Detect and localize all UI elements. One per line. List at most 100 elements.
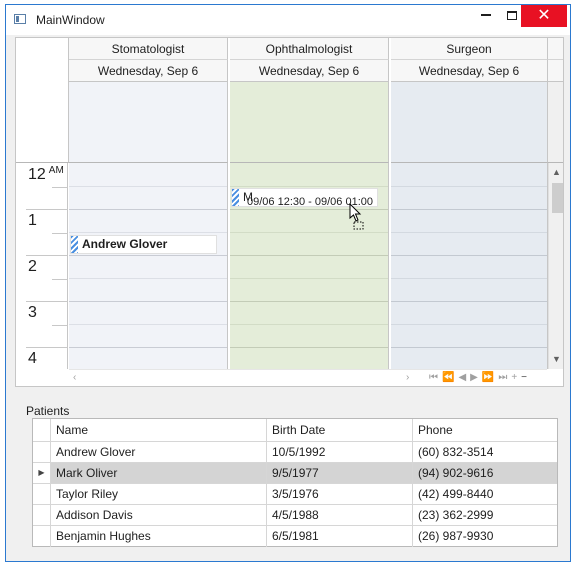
allday-cell-ophthalmologist[interactable] xyxy=(230,82,389,163)
nav-next-page-icon[interactable]: ⏩ xyxy=(482,372,498,383)
allday-cell-stomatologist[interactable] xyxy=(69,82,228,163)
ruler-tick xyxy=(52,187,68,188)
cell-birth-date[interactable]: 10/5/1992 xyxy=(267,442,413,462)
resource-header-surgeon[interactable]: Surgeon xyxy=(391,38,548,60)
table-row[interactable]: Andrew Glover 10/5/1992 (60) 832-3514 xyxy=(33,442,557,463)
scheduler[interactable]: Stomatologist Ophthalmologist Surgeon We… xyxy=(15,37,564,387)
table-row-selected[interactable]: ▶ Mark Oliver 9/5/1977 (94) 902-9616 xyxy=(33,463,557,484)
table-row[interactable]: Benjamin Hughes 6/5/1981 (26) 987-9930 xyxy=(33,526,557,547)
time-ruler: 12 AM 1 2 3 4 xyxy=(16,163,68,369)
scroll-left-icon[interactable]: ‹ xyxy=(73,372,76,383)
slot-line xyxy=(69,278,227,279)
day-column-stomatologist[interactable]: Andrew Glover xyxy=(69,163,228,369)
nav-first-icon[interactable]: ⏮ xyxy=(429,372,442,383)
cell-phone[interactable]: (42) 499-8440 xyxy=(413,484,557,504)
table-row[interactable]: Addison Davis 4/5/1988 (23) 362-2999 xyxy=(33,505,557,526)
row-indicator-cell[interactable] xyxy=(33,505,51,525)
resource-navigator[interactable]: ⏮⏪◀▶⏩⏭+− xyxy=(429,372,531,383)
minimize-button[interactable] xyxy=(472,5,500,27)
nav-remove-icon[interactable]: − xyxy=(521,372,531,383)
close-button[interactable]: ✕ xyxy=(521,5,567,27)
cell-phone[interactable]: (60) 832-3514 xyxy=(413,442,557,462)
hour-label: 1 xyxy=(28,212,37,229)
row-indicator-cell[interactable] xyxy=(33,442,51,462)
scrollbar-thumb[interactable] xyxy=(552,183,563,213)
ruler-tick xyxy=(52,233,68,234)
hour-label: 4 xyxy=(28,350,37,367)
slot-line xyxy=(230,301,388,302)
scroll-right-icon[interactable]: › xyxy=(406,372,409,383)
ruler-hour-line xyxy=(26,209,68,210)
hour-label: 3 xyxy=(28,304,37,321)
row-indicator-cell[interactable] xyxy=(33,526,51,547)
nav-next-icon[interactable]: ▶ xyxy=(470,372,482,383)
slot-line xyxy=(391,301,547,302)
ruler-tick xyxy=(52,325,68,326)
grid-header-row: Name Birth Date Phone xyxy=(33,419,557,442)
column-header-name[interactable]: Name xyxy=(51,419,267,441)
appointment-subject: Andrew Glover xyxy=(82,237,168,251)
slot-line xyxy=(69,324,227,325)
hour-label: 12 AM xyxy=(28,165,64,183)
cell-phone[interactable]: (94) 902-9616 xyxy=(413,463,557,483)
scheduler-horizontal-scrollbar[interactable]: ‹ › ⏮⏪◀▶⏩⏭+− xyxy=(69,369,547,386)
nav-last-icon[interactable]: ⏭ xyxy=(498,372,511,383)
slot-line xyxy=(69,301,227,302)
day-column-surgeon[interactable] xyxy=(391,163,548,369)
slot-line xyxy=(391,209,547,210)
slot-line xyxy=(391,186,547,187)
column-header-birth-date[interactable]: Birth Date xyxy=(267,419,413,441)
date-header-filler xyxy=(548,60,563,82)
patients-group-label: Patients xyxy=(26,404,70,418)
slot-line xyxy=(230,186,388,187)
ruler-tick xyxy=(52,279,68,280)
slot-line xyxy=(230,278,388,279)
column-header-phone[interactable]: Phone xyxy=(413,419,557,441)
cell-name[interactable]: Benjamin Hughes xyxy=(51,526,267,547)
title-bar[interactable]: MainWindow ✕ xyxy=(6,5,570,35)
nav-add-icon[interactable]: + xyxy=(511,372,521,383)
scheduler-vertical-scrollbar[interactable]: ▲ ▼ xyxy=(548,163,563,369)
window-app-icon xyxy=(14,14,26,24)
cell-birth-date[interactable]: 9/5/1977 xyxy=(267,463,413,483)
scroll-down-icon[interactable]: ▼ xyxy=(552,354,561,364)
ruler-hour-line xyxy=(26,301,68,302)
cell-name[interactable]: Addison Davis xyxy=(51,505,267,525)
resource-header-stomatologist[interactable]: Stomatologist xyxy=(69,38,228,60)
drag-cursor-icon xyxy=(349,203,364,230)
scroll-up-icon[interactable]: ▲ xyxy=(552,167,561,177)
cell-phone[interactable]: (23) 362-2999 xyxy=(413,505,557,525)
appointment-status-stripe xyxy=(232,189,239,206)
slot-line xyxy=(230,324,388,325)
nav-prev-page-icon[interactable]: ⏪ xyxy=(442,372,458,383)
slot-line xyxy=(391,255,547,256)
cell-name[interactable]: Mark Oliver xyxy=(51,463,267,483)
appointment-andrew-glover[interactable]: Andrew Glover xyxy=(70,235,217,254)
row-indicator-cell[interactable] xyxy=(33,484,51,504)
cell-name[interactable]: Andrew Glover xyxy=(51,442,267,462)
ruler-hour-line xyxy=(26,347,68,348)
slot-line xyxy=(230,255,388,256)
slot-line xyxy=(69,186,227,187)
cell-phone[interactable]: (26) 987-9930 xyxy=(413,526,557,547)
slot-line xyxy=(69,347,227,348)
cell-birth-date[interactable]: 3/5/1976 xyxy=(267,484,413,504)
date-header-ophthalmologist[interactable]: Wednesday, Sep 6 xyxy=(230,60,389,82)
cell-birth-date[interactable]: 6/5/1981 xyxy=(267,526,413,547)
resource-header-ophthalmologist[interactable]: Ophthalmologist xyxy=(230,38,389,60)
cell-name[interactable]: Taylor Riley xyxy=(51,484,267,504)
cell-birth-date[interactable]: 4/5/1988 xyxy=(267,505,413,525)
allday-cell-surgeon[interactable] xyxy=(391,82,548,163)
close-icon: ✕ xyxy=(537,7,551,24)
nav-prev-icon[interactable]: ◀ xyxy=(458,372,470,383)
date-header-stomatologist[interactable]: Wednesday, Sep 6 xyxy=(69,60,228,82)
date-header-surgeon[interactable]: Wednesday, Sep 6 xyxy=(391,60,548,82)
window-title: MainWindow xyxy=(36,13,105,27)
row-indicator-arrow-icon[interactable]: ▶ xyxy=(33,463,51,483)
slot-line xyxy=(391,232,547,233)
patients-grid[interactable]: Name Birth Date Phone Andrew Glover 10/5… xyxy=(32,418,558,547)
hour-label: 2 xyxy=(28,258,37,275)
minimize-icon xyxy=(481,14,491,16)
table-row[interactable]: Taylor Riley 3/5/1976 (42) 499-8440 xyxy=(33,484,557,505)
main-window: MainWindow ✕ Stomatologist Ophthalmologi… xyxy=(5,4,571,562)
